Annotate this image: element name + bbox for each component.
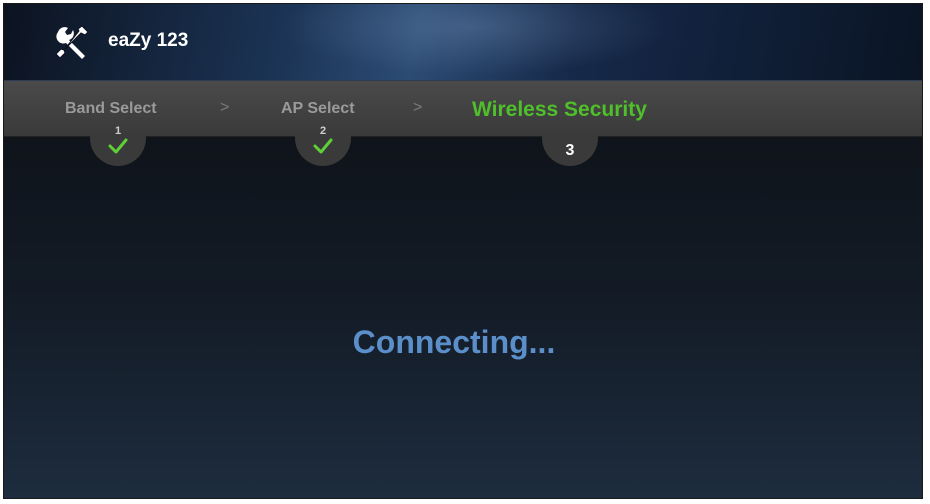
- step-separator: >: [413, 99, 423, 116]
- wizard-window: eaZy 123 Band Select > AP Select > Wirel…: [3, 3, 923, 499]
- step-band-select[interactable]: Band Select: [65, 100, 157, 118]
- step-2-number: 2: [319, 125, 327, 137]
- header-glare: [264, 4, 684, 80]
- step-separator: >: [220, 99, 230, 116]
- app-title: eaZy 123: [108, 30, 189, 51]
- check-icon: [108, 138, 128, 154]
- connecting-status: Connecting...: [352, 324, 556, 360]
- step-1-number: 1: [114, 125, 122, 137]
- step-wireless-security[interactable]: Wireless Security: [472, 98, 647, 122]
- step-ap-select[interactable]: AP Select: [281, 100, 355, 118]
- tools-icon: [55, 25, 89, 59]
- step-3-number: 3: [565, 142, 575, 159]
- app-header: eaZy 123: [4, 4, 922, 81]
- content-area: [4, 137, 922, 498]
- check-icon: [313, 138, 333, 154]
